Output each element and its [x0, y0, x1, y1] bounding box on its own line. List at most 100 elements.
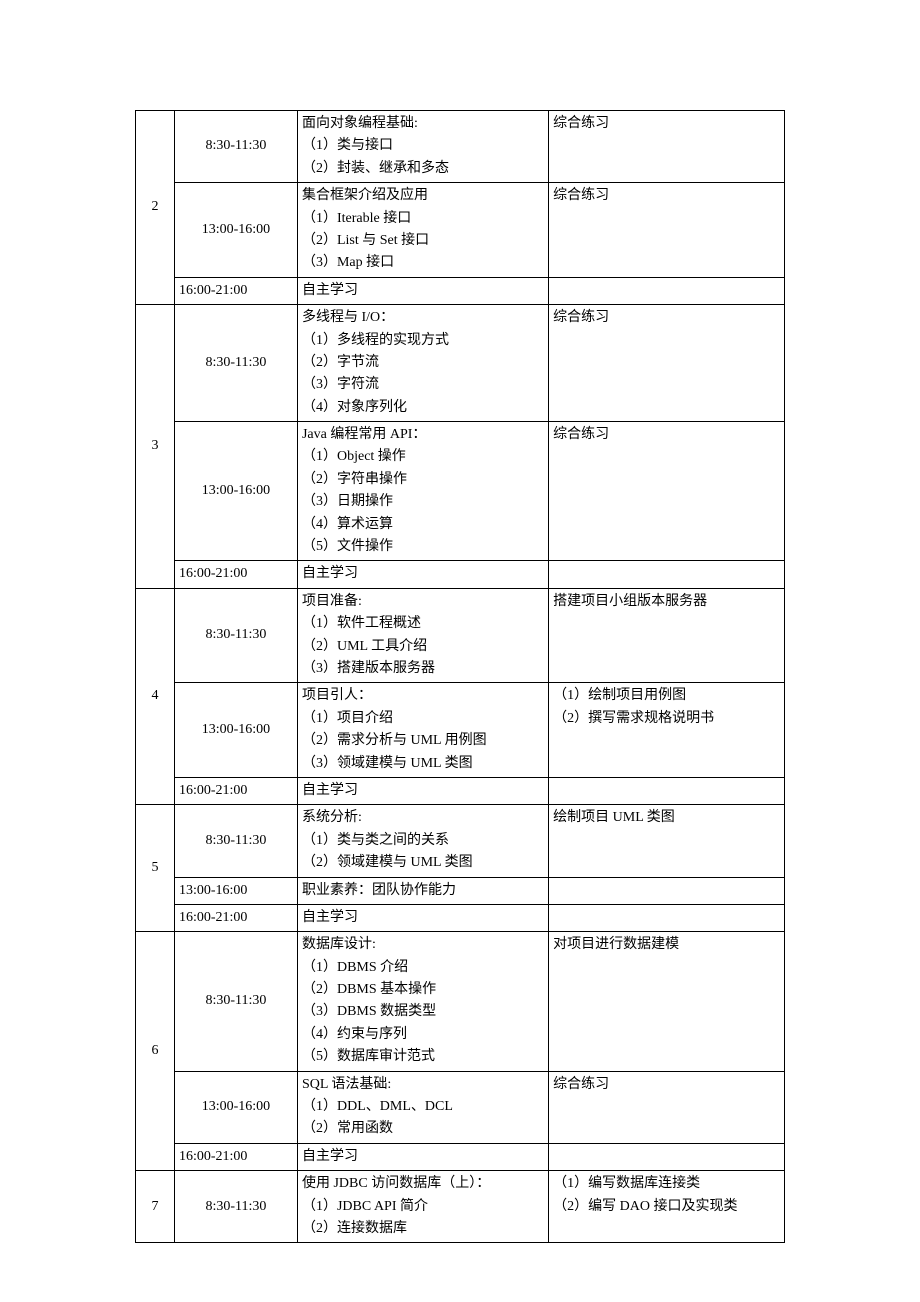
content-cell: 项目准备:（1）软件工程概述（2）UML 工具介绍（3）搭建版本服务器: [297, 588, 548, 683]
content-line: （2）DBMS 基本操作: [302, 979, 544, 1001]
content-line: （1）Object 操作: [302, 446, 544, 468]
note-cell: 综合练习: [549, 305, 785, 422]
time-text: 13:00-16:00: [202, 222, 270, 237]
time-cell: 8:30-11:30: [174, 805, 297, 877]
content-line: （2）List 与 Set 接口: [302, 230, 544, 252]
time-cell: 16:00-21:00: [174, 277, 297, 304]
time-cell: 13:00-16:00: [174, 183, 297, 278]
time-text: 8:30-11:30: [206, 993, 267, 1008]
table-row: 6 8:30-11:30 数据库设计:（1）DBMS 介绍（2）DBMS 基本操作（…: [136, 932, 785, 1071]
content-line: （5）数据库审计范式: [302, 1046, 544, 1068]
content-line: 多线程与 I/O：: [302, 307, 544, 329]
content-line: 系统分析:: [302, 807, 544, 829]
time-cell: 8:30-11:30: [174, 305, 297, 422]
content-line: 集合框架介绍及应用: [302, 185, 544, 207]
content-line: 自主学习: [302, 780, 544, 802]
content-line: 项目引人：: [302, 685, 544, 707]
content-line: 自主学习: [302, 1146, 544, 1168]
table-row: 13:00-16:00项目引人：（1）项目介绍（2）需求分析与 UML 用例图（…: [136, 683, 785, 778]
time-cell: 13:00-16:00: [174, 1071, 297, 1143]
note-cell: （1）编写数据库连接类（2）编写 DAO 接口及实现类: [549, 1171, 785, 1243]
content-cell: SQL 语法基础:（1）DDL、DML、DCL（2）常用函数: [297, 1071, 548, 1143]
note-line: 综合练习: [553, 424, 780, 446]
note-line: （2）编写 DAO 接口及实现类: [553, 1196, 780, 1218]
content-cell: 职业素养：团队协作能力: [297, 877, 548, 904]
content-line: Java 编程常用 API：: [302, 424, 544, 446]
time-cell: 8:30-11:30: [174, 588, 297, 683]
content-line: （2）字节流: [302, 352, 544, 374]
note-cell: [549, 904, 785, 931]
day-number-cell: 4: [136, 588, 175, 805]
table-row: 13:00-16:00 集合框架介绍及应用（1）Iterable 接口（2）Lis…: [136, 183, 785, 278]
content-line: （4）对象序列化: [302, 397, 544, 419]
time-text: 13:00-16:00: [179, 883, 247, 898]
time-text: 8:30-11:30: [206, 627, 267, 642]
content-line: （3）搭建版本服务器: [302, 658, 544, 680]
time-cell: 8:30-11:30: [174, 1171, 297, 1243]
content-cell: 自主学习: [297, 561, 548, 588]
content-line: 自主学习: [302, 563, 544, 585]
table-row: 28:30-11:30面向对象编程基础:（1）类与接口（2）封装、继承和多态综合…: [136, 111, 785, 183]
content-line: （2）连接数据库: [302, 1218, 544, 1240]
table-row: 16:00-21:00 自主学习: [136, 777, 785, 804]
time-cell: 13:00-16:00: [174, 422, 297, 561]
content-line: （5）文件操作: [302, 536, 544, 558]
note-cell: 综合练习: [549, 111, 785, 183]
time-text: 8:30-11:30: [206, 355, 267, 370]
note-cell: 综合练习: [549, 1071, 785, 1143]
day-number: 6: [151, 1043, 158, 1058]
table-row: 16:00-21:00 自主学习: [136, 904, 785, 931]
note-cell: 综合练习: [549, 422, 785, 561]
note-cell: [549, 777, 785, 804]
day-number-cell: 3: [136, 305, 175, 589]
content-cell: 自主学习: [297, 1143, 548, 1170]
content-line: 职业素养：团队协作能力: [302, 880, 544, 902]
content-line: （1）软件工程概述: [302, 613, 544, 635]
day-number: 5: [151, 860, 158, 875]
note-cell: [549, 1143, 785, 1170]
table-row: 48:30-11:30项目准备:（1）软件工程概述（2）UML 工具介绍（3）搭…: [136, 588, 785, 683]
content-line: （1）JDBC API 简介: [302, 1196, 544, 1218]
table-row: 16:00-21:00自主学习: [136, 277, 785, 304]
content-line: （3）字符流: [302, 374, 544, 396]
time-text: 13:00-16:00: [202, 722, 270, 737]
time-text: 16:00-21:00: [179, 910, 247, 925]
table-row: 5 8:30-11:30 系统分析:（1）类与类之间的关系（2）领域建模与 UML …: [136, 805, 785, 877]
note-line: 综合练习: [553, 307, 780, 329]
note-cell: 绘制项目 UML 类图: [549, 805, 785, 877]
content-line: （2）领域建模与 UML 类图: [302, 852, 544, 874]
content-cell: 集合框架介绍及应用（1）Iterable 接口（2）List 与 Set 接口（…: [297, 183, 548, 278]
time-text: 8:30-11:30: [206, 833, 267, 848]
content-line: 自主学习: [302, 907, 544, 929]
content-line: （1）类与类之间的关系: [302, 830, 544, 852]
content-line: 自主学习: [302, 280, 544, 302]
time-text: 16:00-21:00: [179, 783, 247, 798]
table-row: 16:00-21:00 自主学习: [136, 561, 785, 588]
time-text: 8:30-11:30: [206, 138, 267, 153]
note-cell: [549, 561, 785, 588]
content-line: 数据库设计:: [302, 934, 544, 956]
time-cell: 13:00-16:00: [174, 877, 297, 904]
time-text: 16:00-21:00: [179, 566, 247, 581]
table-row: 78:30-11:30使用 JDBC 访问数据库（上）：（1）JDBC API …: [136, 1171, 785, 1243]
time-cell: 8:30-11:30: [174, 111, 297, 183]
time-cell: 16:00-21:00: [174, 561, 297, 588]
day-number-cell: 2: [136, 111, 175, 305]
content-cell: Java 编程常用 API：（1）Object 操作（2）字符串操作（3）日期操…: [297, 422, 548, 561]
content-cell: 系统分析:（1）类与类之间的关系（2）领域建模与 UML 类图: [297, 805, 548, 877]
day-number: 2: [151, 199, 158, 214]
time-text: 16:00-21:00: [179, 1149, 247, 1164]
content-line: SQL 语法基础:: [302, 1074, 544, 1096]
content-line: 项目准备:: [302, 591, 544, 613]
note-cell: [549, 277, 785, 304]
content-cell: 数据库设计:（1）DBMS 介绍（2）DBMS 基本操作（3）DBMS 数据类型…: [297, 932, 548, 1071]
time-cell: 8:30-11:30: [174, 932, 297, 1071]
note-cell: （1）绘制项目用例图（2）撰写需求规格说明书: [549, 683, 785, 778]
note-cell: 对项目进行数据建模: [549, 932, 785, 1071]
time-text: 13:00-16:00: [202, 483, 270, 498]
content-line: （3）Map 接口: [302, 252, 544, 274]
content-line: （1）多线程的实现方式: [302, 330, 544, 352]
table-row: 13:00-16:00SQL 语法基础:（1）DDL、DML、DCL（2）常用函…: [136, 1071, 785, 1143]
content-line: （2）封装、继承和多态: [302, 158, 544, 180]
note-cell: 综合练习: [549, 183, 785, 278]
